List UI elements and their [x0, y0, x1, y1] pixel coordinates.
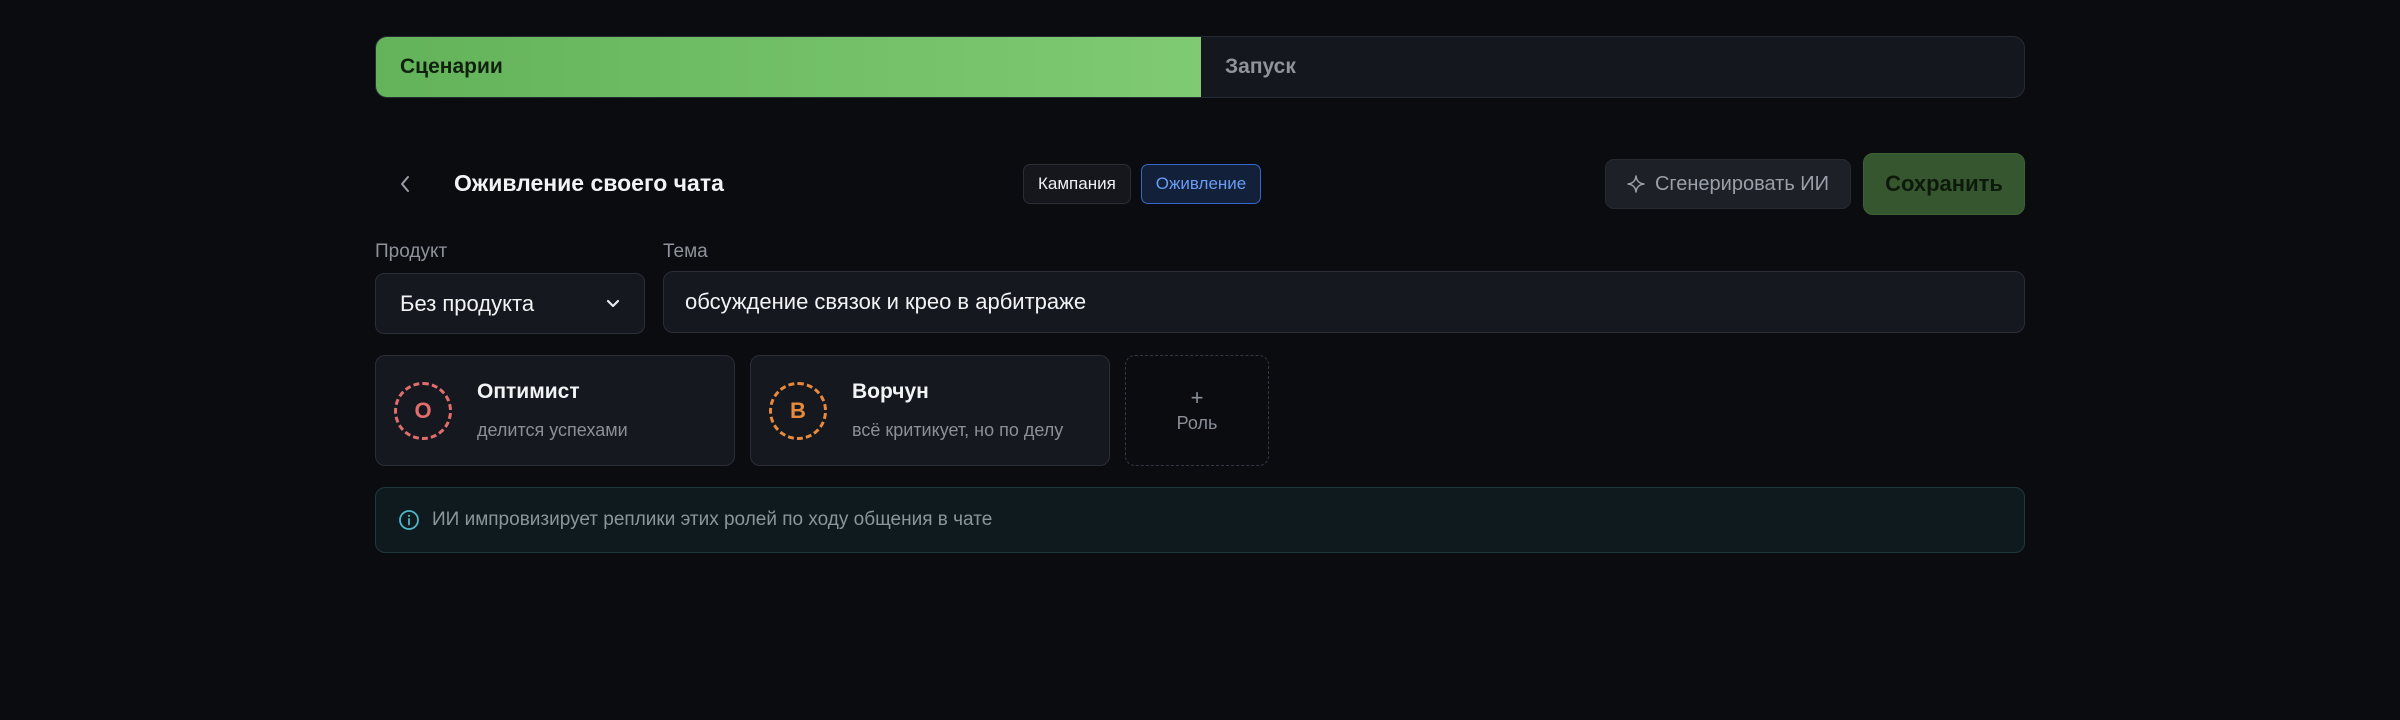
- avatar: В: [769, 382, 827, 440]
- tab-bar: Сценарии Запуск: [375, 36, 2025, 98]
- role-description: всё критикует, но по делу: [852, 420, 1064, 440]
- topic-label: Тема: [663, 241, 708, 262]
- generate-ai-label: Сгенерировать ИИ: [1654, 172, 1830, 195]
- plus-icon: +: [1190, 385, 1204, 410]
- back-button[interactable]: [385, 164, 425, 204]
- role-card-grumbler[interactable]: В Ворчун всё критикует, но по делу: [750, 355, 1110, 466]
- mode-campaign-chip[interactable]: Кампания: [1023, 164, 1131, 204]
- avatar: О: [394, 382, 452, 440]
- sparkle-icon: [1627, 175, 1645, 193]
- generate-ai-button[interactable]: Сгенерировать ИИ: [1605, 159, 1851, 209]
- save-button[interactable]: Сохранить: [1863, 153, 2025, 215]
- product-select[interactable]: Без продукта: [375, 273, 645, 334]
- role-card-optimist[interactable]: О Оптимист делится успехами: [375, 355, 735, 466]
- info-text: ИИ импровизирует реплики этих ролей по х…: [432, 509, 993, 530]
- product-label: Продукт: [375, 241, 448, 262]
- mode-revival-chip[interactable]: Оживление: [1140, 164, 1262, 204]
- info-banner: ИИ импровизирует реплики этих ролей по х…: [375, 487, 2025, 553]
- tab-launch[interactable]: Запуск: [1201, 37, 2024, 97]
- role-name: Оптимист: [477, 380, 580, 403]
- chevron-left-icon: [401, 176, 409, 192]
- mode-switch: Кампания Оживление: [1023, 164, 1262, 204]
- product-select-value: Без продукта: [400, 290, 535, 316]
- role-name: Ворчун: [852, 380, 929, 403]
- add-role-label: Роль: [1176, 413, 1218, 433]
- scenario-editor: Сценарии Запуск Оживление своего чата Ка…: [375, 0, 2025, 720]
- tab-scenarios[interactable]: Сценарии: [376, 37, 1201, 97]
- info-icon: [399, 510, 419, 530]
- add-role-button[interactable]: + Роль: [1125, 355, 1269, 466]
- page-title: Оживление своего чата: [454, 170, 724, 196]
- chevron-down-icon: [606, 299, 620, 307]
- topic-input[interactable]: обсуждение связок и крео в арбитраже: [663, 271, 2025, 333]
- role-description: делится успехами: [477, 420, 628, 440]
